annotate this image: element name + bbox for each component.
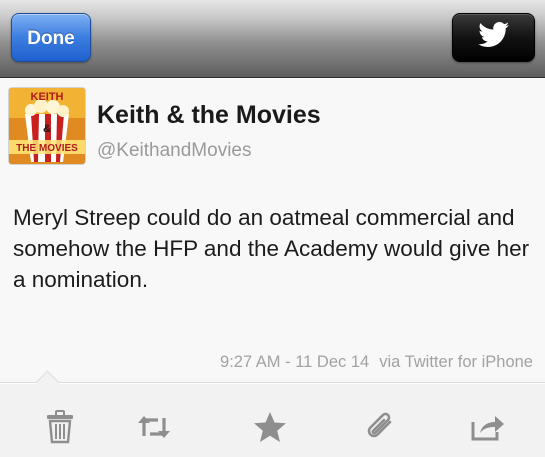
- tweet-card: KEITH & THE MOVIES Keith & the Movies @K…: [0, 78, 545, 378]
- share-icon: [470, 412, 506, 442]
- attach-button[interactable]: [358, 405, 402, 449]
- via-client[interactable]: via Twitter for iPhone: [379, 353, 533, 371]
- twitter-button[interactable]: [452, 13, 535, 62]
- twitter-bird-icon: [477, 22, 510, 53]
- tweet-text: Meryl Streep could do an oatmeal commerc…: [13, 205, 530, 292]
- avatar[interactable]: KEITH & THE MOVIES: [9, 88, 85, 164]
- avatar-line2: &: [43, 123, 51, 135]
- delete-button[interactable]: [38, 405, 82, 449]
- action-toolbar: [0, 370, 545, 457]
- tweet-meta: 9:27 AM - 11 Dec 14 via Twitter for iPhon…: [220, 353, 533, 372]
- avatar-line3: THE MOVIES: [16, 143, 78, 154]
- timestamp: 9:27 AM - 11 Dec 14: [220, 353, 370, 371]
- avatar-line1: KEITH: [31, 91, 64, 103]
- star-icon: [253, 411, 287, 443]
- trash-icon: [46, 410, 74, 444]
- retweet-button[interactable]: [132, 405, 176, 449]
- username-handle[interactable]: @KeithandMovies: [97, 140, 251, 162]
- display-name[interactable]: Keith & the Movies: [97, 101, 321, 130]
- retweet-icon: [136, 414, 172, 440]
- tweet-detail-screen: Done KEITH & THE MOVIES Keith & the Movi…: [0, 0, 545, 457]
- done-button[interactable]: Done: [11, 13, 91, 62]
- paperclip-icon: [363, 410, 397, 444]
- share-button[interactable]: [466, 405, 510, 449]
- navigation-bar: Done: [0, 0, 545, 78]
- favorite-button[interactable]: [248, 405, 292, 449]
